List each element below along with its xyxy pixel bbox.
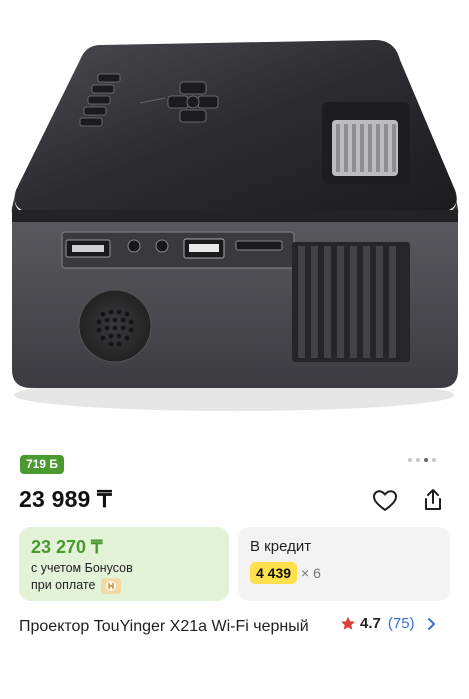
pager-dot-active[interactable] — [424, 458, 428, 462]
chevron-right-icon — [427, 617, 435, 630]
gallery-pager[interactable] — [408, 458, 436, 462]
product-price: 23 989 ₸ — [19, 486, 112, 512]
pager-dot[interactable] — [432, 458, 436, 462]
credit-offer-card[interactable]: В кредит 4 439 × 6 — [238, 527, 450, 601]
product-image-gallery[interactable] — [0, 0, 469, 440]
bonus-price-card[interactable]: 23 270 ₸ с учетом Бонусов при оплате — [19, 527, 229, 601]
bonus-points-badge: 719 Б — [20, 455, 64, 474]
share-button[interactable] — [418, 485, 448, 515]
pager-dot[interactable] — [416, 458, 420, 462]
credit-payment-row: 4 439 × 6 — [250, 562, 438, 584]
coin-icon — [101, 577, 122, 594]
review-count: (75) — [387, 615, 415, 632]
bonus-caption-line2: при оплате — [31, 578, 96, 592]
credit-title: В кредит — [250, 538, 312, 555]
rating-value: 4.7 — [360, 615, 381, 632]
credit-months: × 6 — [301, 565, 321, 581]
rating-link[interactable]: 4.7 (75) — [340, 615, 436, 632]
share-icon — [425, 489, 441, 510]
heart-icon — [373, 490, 397, 511]
projector-image — [11, 40, 459, 411]
credit-monthly-amount: 4 439 — [250, 562, 298, 584]
bonus-caption-row: при оплате — [31, 577, 217, 594]
bonus-price: 23 270 ₸ — [31, 537, 103, 557]
pager-dot[interactable] — [408, 458, 412, 462]
product-title: Проектор TouYinger X21a Wi-Fi черный — [19, 618, 309, 635]
bonus-caption-line1: с учетом Бонусов — [31, 561, 133, 575]
star-icon — [341, 616, 355, 630]
favorite-button[interactable] — [370, 486, 400, 516]
